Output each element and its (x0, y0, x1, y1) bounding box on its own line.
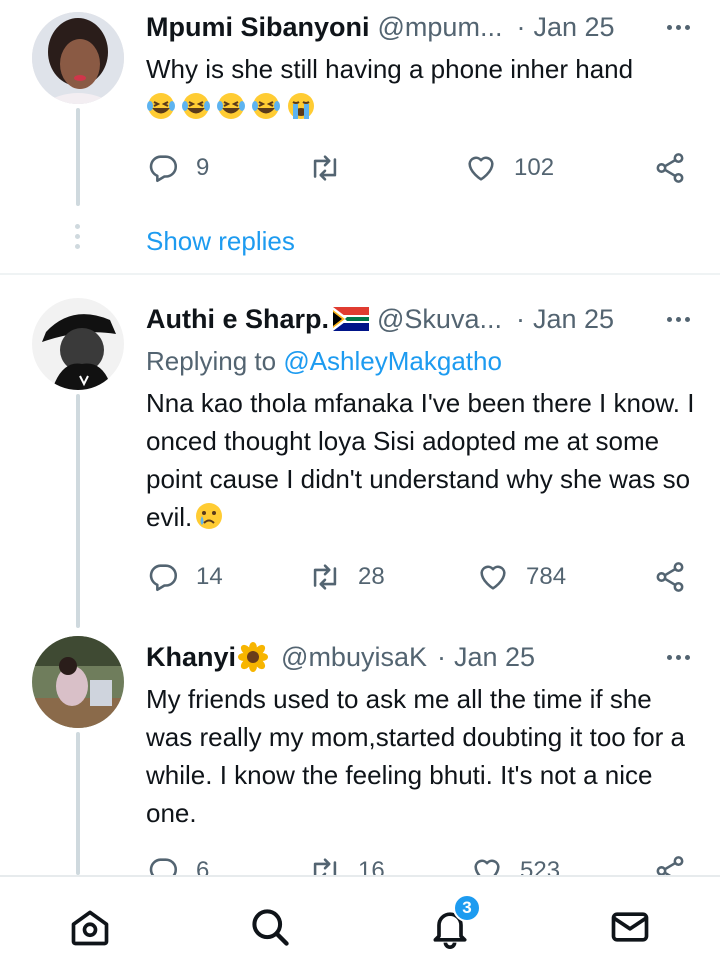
like-count: 102 (514, 154, 555, 181)
user-name[interactable]: Khanyi (146, 642, 236, 673)
home-icon (71, 910, 109, 946)
like-button[interactable]: 784 (476, 557, 566, 597)
heart-icon (480, 565, 506, 590)
divider (0, 273, 720, 275)
user-name[interactable]: Authi e Sharp. (146, 304, 329, 335)
tweet-header: Authi e Sharp. @Skuva... · Jan 25 (146, 302, 690, 336)
retweet-count: 28 (358, 563, 385, 590)
retweet-button[interactable]: 28 (308, 557, 385, 597)
user-handle[interactable]: @mpum... (378, 12, 503, 43)
share-button[interactable] (653, 557, 687, 597)
reply-icon (149, 155, 178, 183)
south-africa-flag-icon (333, 307, 370, 331)
avatar[interactable] (32, 12, 124, 104)
separator: · (516, 11, 526, 42)
laughing-crying-emoji-icon (182, 93, 210, 119)
thread-dots (75, 224, 81, 254)
tweet-text: Nna kao thola mfanaka I've been there I … (146, 384, 696, 536)
thread-line (76, 732, 80, 875)
nav-home[interactable] (68, 905, 116, 953)
sunflower-emoji-icon (238, 642, 269, 672)
loudly-crying-emoji-icon (288, 93, 314, 119)
tweet-text: Why is she still having a phone inher ha… (146, 50, 696, 126)
tweet-body: Why is she still having a phone inher ha… (146, 54, 634, 84)
tweet-actions: 14 28 784 (146, 557, 691, 597)
reply-count: 14 (196, 563, 223, 590)
replying-to-label: Replying to (146, 346, 277, 376)
thread-line (76, 108, 80, 206)
tweet-text: My friends used to ask me all the time i… (146, 684, 686, 828)
user-handle[interactable]: @mbuyisaK (281, 642, 427, 673)
reply-button[interactable]: 14 (146, 557, 223, 597)
tweet-date[interactable]: Jan 25 (454, 642, 535, 673)
replying-to: Replying to @AshleyMakgatho (146, 346, 502, 377)
notification-badge: 3 (453, 894, 481, 922)
nav-search[interactable] (248, 905, 296, 953)
like-button[interactable]: 102 (464, 148, 554, 188)
nav-messages[interactable] (608, 905, 656, 953)
laughing-crying-emoji-icon (147, 93, 175, 119)
thread-line (76, 394, 80, 628)
emoji-row (146, 92, 321, 122)
avatar[interactable] (32, 636, 124, 728)
tweet-body: Nna kao thola mfanaka I've been there I … (146, 388, 695, 532)
separator: · (515, 303, 525, 334)
share-icon (656, 562, 684, 592)
more-options-icon[interactable] (667, 24, 690, 30)
heart-icon (468, 156, 494, 181)
tweet-date[interactable]: Jan 25 (533, 304, 614, 335)
user-handle[interactable]: @Skuva... (377, 304, 502, 335)
crying-face-emoji-icon (196, 503, 223, 529)
retweet-icon (313, 564, 337, 590)
laughing-crying-emoji-icon (252, 93, 280, 119)
retweet-button[interactable] (308, 148, 358, 188)
tweet-header: Khanyi @mbuyisaK · Jan 25 (146, 640, 690, 674)
retweet-icon (313, 155, 337, 181)
messages-icon (611, 912, 649, 942)
tweet-date[interactable]: Jan 25 (533, 12, 614, 43)
avatar[interactable] (32, 298, 124, 390)
replying-to-link[interactable]: @AshleyMakgatho (283, 346, 502, 376)
share-icon (656, 153, 684, 183)
show-replies-link[interactable]: Show replies (146, 226, 295, 257)
search-icon (252, 909, 289, 946)
more-options-icon[interactable] (667, 654, 690, 660)
tweet-header: Mpumi Sibanyoni @mpum... · Jan 25 (146, 10, 690, 44)
separator: · (437, 641, 446, 672)
reply-count: 9 (196, 154, 210, 181)
reply-icon (149, 564, 178, 592)
reply-button[interactable]: 9 (146, 148, 209, 188)
share-button[interactable] (653, 148, 687, 188)
tweet-actions: 9 102 (146, 148, 691, 188)
like-count: 784 (526, 563, 567, 590)
user-name[interactable]: Mpumi Sibanyoni (146, 12, 370, 43)
bottom-nav (0, 875, 720, 975)
laughing-crying-emoji-icon (217, 93, 245, 119)
more-options-icon[interactable] (667, 316, 690, 322)
